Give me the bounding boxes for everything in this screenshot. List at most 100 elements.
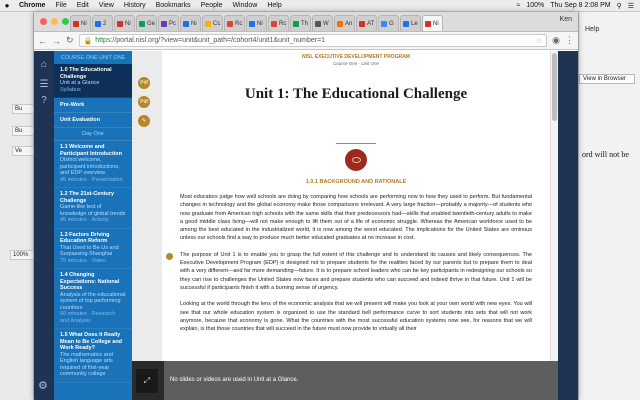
browser-tab[interactable]: Ni	[114, 15, 135, 31]
sidebar-item-title: 1.4 Changing Expectations: National Succ…	[60, 272, 120, 291]
battery-level[interactable]: 100%	[526, 2, 544, 9]
tab-favicon-icon	[359, 20, 365, 27]
minimize-window-icon[interactable]	[51, 18, 58, 25]
background-left-label: Ve	[12, 146, 34, 156]
edit-pencil-icon[interactable]: ✎	[138, 115, 150, 127]
tab-favicon-icon	[95, 20, 101, 27]
menu-bookmarks[interactable]: Bookmarks	[151, 2, 196, 9]
browser-tab[interactable]: Rc	[268, 15, 289, 31]
reload-icon[interactable]: ↻	[66, 35, 74, 46]
menu-icon[interactable]: ☰	[37, 77, 51, 91]
help-icon[interactable]: ?	[37, 93, 51, 107]
browser-tab[interactable]: G	[378, 15, 399, 31]
document-scrollbar[interactable]	[550, 51, 558, 400]
document-page: NISL EXECUTIVE DEVELOPMENT PROGRAM Cours…	[162, 51, 550, 400]
background-left-label: Bu	[12, 126, 34, 136]
tab-label: W	[323, 20, 329, 27]
sidebar-item-1-2[interactable]: 1.2 The 21st-Century Challenge Game-like…	[54, 188, 132, 229]
background-window-right: Help View in Browser ord will not be	[578, 12, 640, 400]
browser-tab[interactable]: An	[334, 15, 355, 31]
browser-tab[interactable]: Ni	[70, 15, 91, 31]
menu-history[interactable]: History	[119, 2, 151, 9]
tab-label: Cc	[213, 20, 221, 27]
sidebar-item-1-5[interactable]: 1.5 What Does It Really Mean to Be Colle…	[54, 329, 132, 383]
maximize-window-icon[interactable]	[62, 18, 69, 25]
sidebar-item-1-4[interactable]: 1.4 Changing Expectations: National Succ…	[54, 269, 132, 329]
sidebar-item-meta: 45 minutes · Activity	[60, 217, 109, 223]
browser-tabs: Ni 2 Ni Ge Pc Ni Cc Rc Ni Rc Th W An AT G Le Ni	[70, 12, 444, 31]
wifi-icon[interactable]: ≈	[517, 2, 521, 9]
browser-window: Ni 2 Ni Ge Pc Ni Cc Rc Ni Rc Th W An AT G Le Ni Ken ← → …	[34, 12, 578, 400]
clock[interactable]: Thu Sep 8 2:08 PM	[550, 2, 610, 9]
tab-favicon-icon	[315, 20, 321, 27]
sidebar-item-1-3[interactable]: 1.3 Factors Driving Education Reform Tha…	[54, 229, 132, 269]
pdf-download-icon[interactable]: Pdf	[138, 77, 150, 89]
search-icon[interactable]: ⚲	[617, 2, 622, 10]
profile-name[interactable]: Ken	[560, 16, 572, 23]
program-name: NISL EXECUTIVE DEVELOPMENT PROGRAM	[302, 54, 410, 60]
background-document-text: ord will not be	[582, 150, 629, 159]
browser-tab[interactable]: Pc	[158, 15, 179, 31]
browser-tab[interactable]: Ni	[180, 15, 201, 31]
tab-label: Ni	[257, 20, 263, 27]
browser-tab[interactable]: Rc	[224, 15, 245, 31]
view-in-browser-button[interactable]: View in Browser	[579, 74, 635, 84]
bookmark-star-icon[interactable]: ☆	[536, 37, 542, 45]
status-area: ≈ 100% Thu Sep 8 2:08 PM ⚲ ☰	[517, 2, 640, 10]
menu-app-name[interactable]: Chrome	[14, 2, 50, 9]
browser-tab[interactable]: Ni	[246, 15, 267, 31]
menu-window[interactable]: Window	[227, 2, 262, 9]
background-help-menu[interactable]: Help	[585, 26, 599, 33]
expand-icon[interactable]: ⤢	[136, 369, 158, 393]
address-bar[interactable]: 🔒 https:// portal.nisl.org/?view=unit&un…	[78, 34, 548, 47]
tab-favicon-icon	[117, 20, 123, 27]
tab-favicon-icon	[73, 20, 79, 27]
close-window-icon[interactable]	[40, 18, 47, 25]
sidebar-item-meta: 60 minutes · Research and Analysis	[60, 311, 116, 324]
tab-favicon-icon	[425, 20, 431, 27]
back-arrow-icon[interactable]: ←	[38, 36, 47, 46]
home-icon[interactable]: ⌂	[37, 57, 51, 71]
sidebar-item-prework[interactable]: Pre-Work	[54, 98, 132, 113]
settings-gear-icon[interactable]: ⚙	[38, 379, 48, 392]
body-paragraph: The purpose of Unit 1 is to enable you t…	[180, 251, 532, 291]
forward-arrow-icon[interactable]: →	[52, 36, 61, 46]
url-path: portal.nisl.org/?view=unit&unit_path=/co…	[116, 37, 326, 44]
notification-list-icon[interactable]: ☰	[628, 2, 634, 10]
sidebar-item-desc: Analysis of the educational system of to…	[60, 291, 126, 311]
apple-menu-icon[interactable]: ●	[0, 1, 14, 10]
tab-label: Ni	[125, 20, 131, 27]
right-rail	[558, 51, 578, 400]
browser-tab[interactable]: Cc	[202, 15, 223, 31]
browser-tab[interactable]: Th	[290, 15, 311, 31]
background-window-left: Bu Bu Ve 100%	[0, 12, 34, 400]
unit-navigation-sidebar: COURSE ONE UNIT ONE 1.0 The Educational …	[54, 51, 132, 400]
menu-view[interactable]: View	[94, 2, 119, 9]
sidebar-item-title: 1.3 Factors Driving Education Reform	[60, 231, 110, 245]
browser-tab[interactable]: 2	[92, 15, 113, 31]
sidebar-item-1-1[interactable]: 1.1 Welcome and Participant Introduction…	[54, 141, 132, 188]
extension-icon[interactable]: ◉	[552, 35, 560, 46]
media-notice: No slides or videos are used in Unit at …	[164, 361, 558, 400]
tab-label: Ni	[191, 20, 197, 27]
tab-favicon-icon	[249, 20, 255, 27]
tab-label: Pc	[169, 20, 177, 27]
browser-tab[interactable]: W	[312, 15, 333, 31]
menu-help[interactable]: Help	[262, 2, 286, 9]
browser-tab[interactable]: Ni	[422, 15, 443, 31]
menu-people[interactable]: People	[196, 2, 228, 9]
scrollbar-thumb[interactable]	[552, 53, 557, 121]
menu-edit[interactable]: Edit	[72, 2, 94, 9]
browser-tab[interactable]: AT	[356, 15, 377, 31]
annotation-marker-icon[interactable]	[166, 252, 173, 260]
sidebar-item-desc: That Used to Be Us and Surpassing Shangh…	[60, 244, 119, 258]
menu-file[interactable]: File	[50, 2, 71, 9]
tab-favicon-icon	[161, 20, 167, 27]
sidebar-item-unit-at-a-glance[interactable]: 1.0 The Educational Challenge Unit at a …	[54, 64, 132, 98]
sidebar-item-unit-evaluation[interactable]: Unit Evaluation	[54, 113, 132, 128]
eye-badge-icon	[345, 149, 367, 171]
browser-tab[interactable]: Ge	[136, 15, 157, 31]
browser-tab[interactable]: Le	[400, 15, 421, 31]
chrome-menu-icon[interactable]: ⋮	[565, 35, 574, 46]
pdf-handout-icon[interactable]: Pdf	[138, 96, 150, 108]
